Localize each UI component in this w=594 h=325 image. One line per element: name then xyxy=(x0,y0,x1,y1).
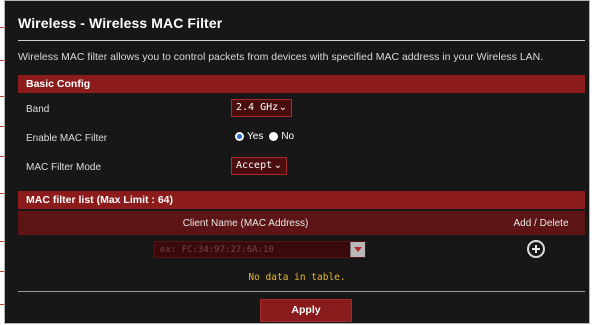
radio-yes-label: Yes xyxy=(247,131,264,142)
mac-filter-list-header: MAC filter list (Max Limit : 64) xyxy=(18,191,585,209)
bottom-divider xyxy=(18,291,585,292)
chevron-down-icon: ⌄ xyxy=(278,102,287,113)
mac-address-combobox xyxy=(154,241,366,258)
apply-button[interactable]: Apply xyxy=(260,299,352,322)
plus-circle-icon[interactable] xyxy=(527,240,545,258)
enable-mac-filter-radio-group: Yes No xyxy=(235,131,300,142)
radio-yes[interactable] xyxy=(235,132,244,141)
mac-filter-mode-label: MAC Filter Mode xyxy=(26,162,102,173)
mac-address-input[interactable] xyxy=(155,242,351,257)
page-description: Wireless MAC filter allows you to contro… xyxy=(18,51,544,63)
page-title: Wireless - Wireless MAC Filter xyxy=(18,15,223,31)
mac-filter-table-header: Client Name (MAC Address) Add / Delete xyxy=(18,211,585,235)
radio-no[interactable] xyxy=(269,132,279,141)
radio-no-label: No xyxy=(281,131,295,142)
basic-config-header: Basic Config xyxy=(18,75,585,93)
mac-filter-mode-select[interactable]: Accept ⌄ xyxy=(231,157,287,175)
mac-filter-mode-value: Accept xyxy=(236,160,273,171)
chevron-down-icon: ⌄ xyxy=(273,160,282,171)
band-label: Band xyxy=(26,104,50,115)
column-add-delete: Add / Delete xyxy=(513,218,569,229)
band-select[interactable]: 2.4 GHz ⌄ xyxy=(231,99,292,117)
enable-mac-filter-label: Enable MAC Filter xyxy=(26,133,108,144)
caret-down-icon[interactable] xyxy=(350,242,365,257)
band-value: 2.4 GHz xyxy=(236,102,279,113)
title-divider xyxy=(18,40,585,41)
column-client-name: Client Name (MAC Address) xyxy=(182,218,309,229)
empty-table-message: No data in table. xyxy=(248,272,346,283)
mac-filter-panel: Wireless - Wireless MAC Filter Wireless … xyxy=(5,1,589,323)
